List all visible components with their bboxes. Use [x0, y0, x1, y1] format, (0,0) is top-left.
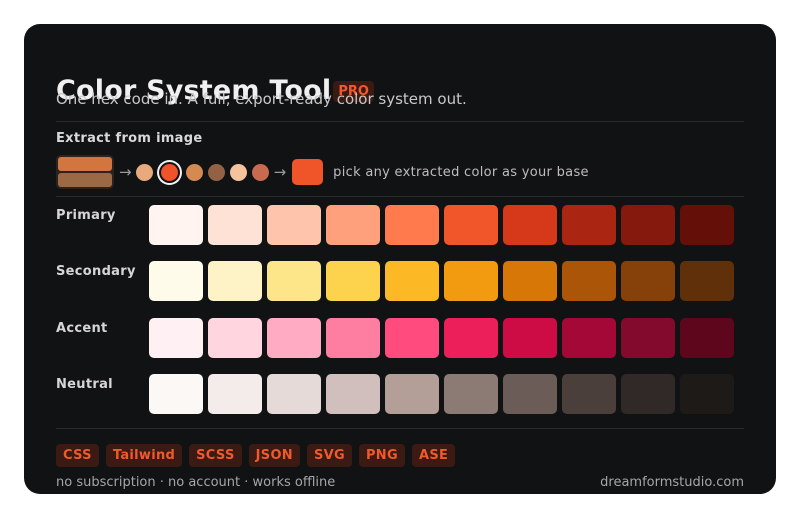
- extract-row: → → pick any extracted color as your bas…: [56, 155, 589, 189]
- color-swatch[interactable]: [385, 374, 439, 414]
- color-swatch[interactable]: [326, 374, 380, 414]
- color-swatch[interactable]: [621, 318, 675, 358]
- color-system-card: Color System Tool PRO One hex code in. A…: [24, 24, 776, 494]
- footer-tagline: no subscription · no account · works off…: [56, 475, 336, 490]
- scale-row-neutral: Neutral: [56, 374, 734, 414]
- color-swatch[interactable]: [208, 374, 262, 414]
- color-swatch[interactable]: [680, 374, 734, 414]
- extracted-color-dot[interactable]: [251, 163, 269, 181]
- arrow-right-icon: →: [273, 163, 287, 181]
- color-swatch[interactable]: [149, 261, 203, 301]
- color-swatch[interactable]: [208, 318, 262, 358]
- color-swatch[interactable]: [267, 374, 321, 414]
- app-subtitle: One hex code in. A full, export-ready co…: [56, 90, 467, 108]
- color-swatch[interactable]: [385, 318, 439, 358]
- thumbnail-band-top: [58, 157, 112, 171]
- scale-row-accent: Accent: [56, 318, 734, 358]
- color-swatch[interactable]: [267, 205, 321, 245]
- color-swatch[interactable]: [680, 205, 734, 245]
- color-swatch[interactable]: [385, 205, 439, 245]
- swatch-strip: [149, 374, 734, 414]
- color-swatch[interactable]: [326, 205, 380, 245]
- divider-top: [56, 121, 744, 122]
- scale-label: Neutral: [56, 377, 113, 392]
- divider-bottom: [56, 428, 744, 429]
- color-swatch[interactable]: [562, 205, 616, 245]
- color-swatch[interactable]: [149, 205, 203, 245]
- export-ase-button[interactable]: ASE: [411, 444, 456, 467]
- swatch-strip: [149, 205, 734, 245]
- color-swatch[interactable]: [444, 261, 498, 301]
- color-swatch[interactable]: [503, 318, 557, 358]
- base-color-chip: [292, 159, 324, 185]
- swatch-strip: [149, 261, 734, 301]
- color-swatch[interactable]: [503, 374, 557, 414]
- color-swatch[interactable]: [149, 374, 203, 414]
- export-png-button[interactable]: PNG: [358, 444, 405, 467]
- color-swatch[interactable]: [208, 205, 262, 245]
- extracted-color-dot[interactable]: [185, 163, 203, 181]
- footer-site-link[interactable]: dreamformstudio.com: [600, 475, 744, 490]
- scale-label: Accent: [56, 321, 108, 336]
- color-swatch[interactable]: [680, 318, 734, 358]
- export-css-button[interactable]: CSS: [56, 444, 99, 467]
- color-swatch[interactable]: [621, 374, 675, 414]
- color-swatch[interactable]: [149, 318, 203, 358]
- color-swatch[interactable]: [326, 318, 380, 358]
- color-swatch[interactable]: [326, 261, 380, 301]
- divider-extract: [56, 196, 744, 197]
- extract-section-label: Extract from image: [56, 131, 203, 146]
- color-swatch[interactable]: [562, 374, 616, 414]
- arrow-right-icon: →: [119, 163, 132, 181]
- color-swatch[interactable]: [621, 261, 675, 301]
- scale-row-secondary: Secondary: [56, 261, 734, 301]
- color-swatch[interactable]: [680, 261, 734, 301]
- image-thumbnail[interactable]: [56, 155, 114, 189]
- thumbnail-band-bottom: [58, 173, 112, 187]
- base-color-caption: pick any extracted color as your base: [333, 164, 589, 180]
- extracted-color-dot[interactable]: [229, 163, 247, 181]
- color-swatch[interactable]: [444, 374, 498, 414]
- extracted-color-dot[interactable]: [160, 163, 178, 181]
- color-swatch[interactable]: [267, 261, 321, 301]
- scale-row-primary: Primary: [56, 205, 734, 245]
- color-swatch[interactable]: [444, 205, 498, 245]
- color-swatch[interactable]: [444, 318, 498, 358]
- extracted-color-dot[interactable]: [135, 163, 153, 181]
- color-swatch[interactable]: [621, 205, 675, 245]
- export-scss-button[interactable]: SCSS: [189, 444, 242, 467]
- color-swatch[interactable]: [208, 261, 262, 301]
- color-swatch[interactable]: [562, 261, 616, 301]
- color-swatch[interactable]: [503, 261, 557, 301]
- export-tailwind-button[interactable]: Tailwind: [105, 444, 183, 467]
- export-formats: CSS Tailwind SCSS JSON SVG PNG ASE: [56, 444, 456, 467]
- extracted-color-dot[interactable]: [207, 163, 225, 181]
- extracted-colors: [135, 163, 269, 181]
- swatch-strip: [149, 318, 734, 358]
- color-swatch[interactable]: [385, 261, 439, 301]
- export-json-button[interactable]: JSON: [248, 444, 300, 467]
- export-svg-button[interactable]: SVG: [306, 444, 352, 467]
- scale-label: Primary: [56, 208, 116, 223]
- scale-label: Secondary: [56, 264, 136, 279]
- color-swatch[interactable]: [562, 318, 616, 358]
- color-swatch[interactable]: [267, 318, 321, 358]
- color-swatch[interactable]: [503, 205, 557, 245]
